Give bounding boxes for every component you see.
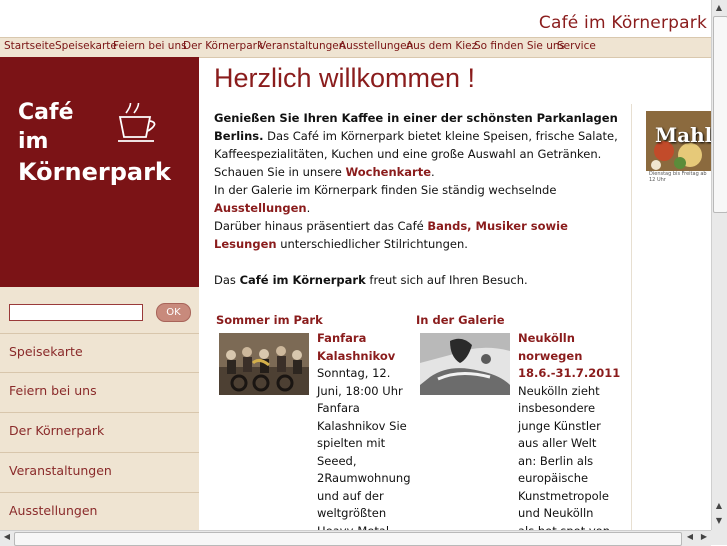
nav-service[interactable]: Service xyxy=(557,40,596,52)
browser-viewport: Café im Körnerpark Startseite Speisekart… xyxy=(0,0,711,530)
news-text-neukoelln: Neukölln zieht insbesondere junge Künstl… xyxy=(518,383,610,531)
nav-veranstaltungen[interactable]: Veranstaltungen xyxy=(259,40,345,52)
nav-so-finden-sie-uns[interactable]: So finden Sie uns xyxy=(474,40,565,52)
sidebar-item-der-koernerpark[interactable]: Der Körnerpark xyxy=(0,412,199,452)
main-content: Herzlich willkommen ! Genießen Sie Ihren… xyxy=(200,57,630,530)
intro-text-4: Darüber hinaus präsentiert das Café xyxy=(214,219,428,233)
scroll-left-icon-2[interactable]: ◀ xyxy=(683,532,697,541)
gallery-photo-icon xyxy=(420,333,510,395)
news-image-fanfara[interactable] xyxy=(219,333,309,395)
scroll-left-icon[interactable]: ◀ xyxy=(0,532,14,541)
sidebar-item-speisekarte[interactable]: Speisekarte xyxy=(0,333,199,373)
ausstellungen-link[interactable]: Ausstellungen xyxy=(214,201,307,215)
nav-der-koernerpark[interactable]: Der Körnerpark xyxy=(183,40,263,52)
intro-text-3: In der Galerie im Körnerpark finden Sie … xyxy=(214,183,557,197)
news-title-neukoelln[interactable]: Neukölln norwegen 18.6.-31.7.2011 xyxy=(518,331,620,380)
sidebar-item-label: Feiern bei uns xyxy=(9,383,97,398)
news-item-fanfara: Fanfara Kalashnikov Sonntag, 12. Juni, 1… xyxy=(317,330,411,530)
header: Café im Körnerpark xyxy=(0,0,711,37)
intro-text-2: Schauen Sie in unsere xyxy=(214,165,346,179)
column-divider xyxy=(631,104,632,530)
scroll-up-icon-2[interactable]: ▲ xyxy=(712,501,726,510)
search-ok-button[interactable]: OK xyxy=(156,303,191,322)
banner-caption: Dienstag bis Freitag ab 12 Uhr xyxy=(649,171,707,183)
news-image-neukoelln[interactable] xyxy=(420,333,510,395)
mahlzeit-banner[interactable]: Mahlz Dienstag bis Freitag ab 12 Uhr xyxy=(646,111,711,186)
wochenkarte-link[interactable]: Wochenkarte xyxy=(345,165,431,179)
sidebar-item-ausstellungen[interactable]: Ausstellungen xyxy=(0,492,199,530)
sidebar-item-label: Ausstellungen xyxy=(9,503,98,518)
punct: . xyxy=(431,165,435,179)
intro-text-5: Das xyxy=(214,273,240,287)
nav-speisekarte[interactable]: Speisekarte xyxy=(55,40,117,52)
sidebar: OK Speisekarte Feiern bei uns Der Körner… xyxy=(0,287,199,530)
intro-text-4b: unterschiedlicher Stilrichtungen. xyxy=(276,237,468,251)
horizontal-scrollbar[interactable]: ◀ ◀ ▶ xyxy=(0,530,711,546)
vertical-scroll-thumb[interactable] xyxy=(713,16,727,213)
sidebar-item-label: Der Körnerpark xyxy=(9,423,105,438)
top-navigation: Startseite Speisekarte Feiern bei uns De… xyxy=(0,37,711,58)
band-photo-icon xyxy=(219,333,309,395)
scroll-up-icon[interactable]: ▲ xyxy=(712,3,726,12)
scrollbar-corner xyxy=(711,530,727,545)
nav-feiern-bei-uns[interactable]: Feiern bei uns xyxy=(113,40,187,52)
logo-line-3: Körnerpark xyxy=(18,158,171,186)
sidebar-item-label: Speisekarte xyxy=(9,344,83,359)
nav-startseite[interactable]: Startseite xyxy=(4,40,55,52)
news-title-fanfara[interactable]: Fanfara Kalashnikov xyxy=(317,331,395,363)
section-title-galerie: In der Galerie xyxy=(416,313,505,327)
sidebar-item-feiern-bei-uns[interactable]: Feiern bei uns xyxy=(0,372,199,412)
search-input[interactable] xyxy=(9,304,143,321)
logo-line-1: Café xyxy=(18,100,74,125)
sidebar-item-label: Veranstaltungen xyxy=(9,463,112,478)
banner-title: Mahlz xyxy=(655,123,711,147)
nav-ausstellungen[interactable]: Ausstellungen xyxy=(339,40,413,52)
nav-aus-dem-kiez[interactable]: Aus dem Kiez xyxy=(406,40,477,52)
intro-text: Genießen Sie Ihren Kaffee in einer der s… xyxy=(214,109,626,289)
scroll-right-icon[interactable]: ▶ xyxy=(697,532,711,541)
intro-text-1: Das Café im Körnerpark bietet kleine Spe… xyxy=(214,129,618,161)
page-title: Herzlich willkommen ! xyxy=(214,63,476,93)
horizontal-scroll-thumb[interactable] xyxy=(14,532,682,546)
vertical-scrollbar[interactable]: ▲ ▲ ▼ xyxy=(711,0,727,530)
logo[interactable]: Café im Körnerpark xyxy=(0,57,199,287)
punct: . xyxy=(306,201,311,215)
logo-line-2: im xyxy=(18,129,49,154)
news-text-fanfara: Sonntag, 12. Juni, 18:00 Uhr Fanfara Kal… xyxy=(317,366,411,530)
coffee-cup-icon xyxy=(118,103,156,142)
site-title: Café im Körnerpark xyxy=(538,13,707,33)
intro-text-5b: freut sich auf Ihren Besuch. xyxy=(365,273,528,287)
section-title-sommer: Sommer im Park xyxy=(216,313,323,327)
cafe-name: Café im Körnerpark xyxy=(239,273,366,287)
sidebar-item-veranstaltungen[interactable]: Veranstaltungen xyxy=(0,452,199,492)
scroll-down-icon[interactable]: ▼ xyxy=(712,516,726,525)
news-item-neukoelln: Neukölln norwegen 18.6.-31.7.2011 Neuköl… xyxy=(518,330,620,531)
